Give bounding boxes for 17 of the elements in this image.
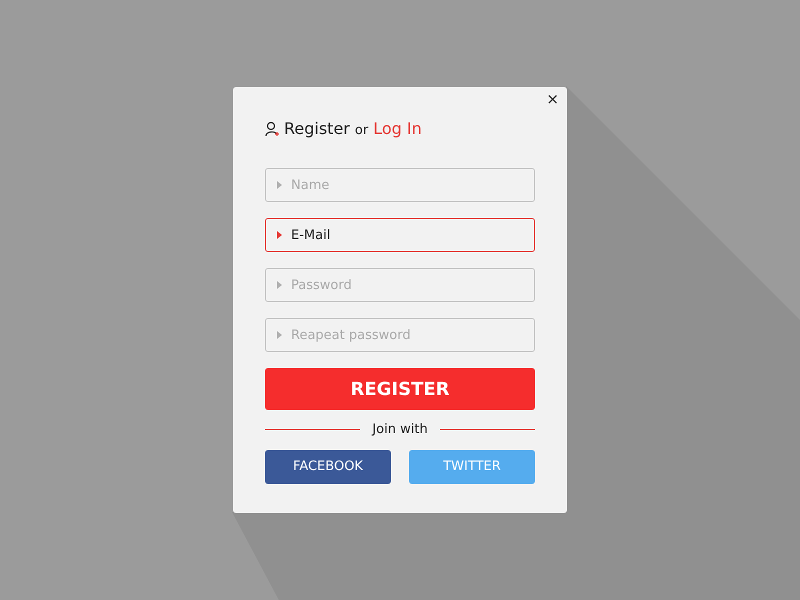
or-text: or	[354, 122, 368, 140]
register-button[interactable]: REGISTER	[265, 368, 535, 410]
input-field[interactable]: E-Mail	[265, 218, 535, 252]
input-field[interactable]: Name	[265, 168, 535, 202]
caret-icon	[277, 181, 282, 189]
log-in-link[interactable]: Log In	[373, 117, 422, 141]
join-with-label: Join with	[370, 421, 429, 439]
caret-icon	[277, 331, 282, 339]
user-add-icon	[265, 121, 279, 137]
social-login-button[interactable]: TWITTER	[409, 450, 535, 484]
close-button[interactable]: ×	[546, 92, 559, 107]
input-field[interactable]: Reapeat password	[265, 318, 535, 352]
social-login-button[interactable]: FACEBOOK	[265, 450, 391, 484]
input-field[interactable]: Password	[265, 268, 535, 302]
caret-icon	[277, 231, 282, 239]
caret-icon	[277, 281, 282, 289]
register-title: Register	[284, 118, 350, 140]
